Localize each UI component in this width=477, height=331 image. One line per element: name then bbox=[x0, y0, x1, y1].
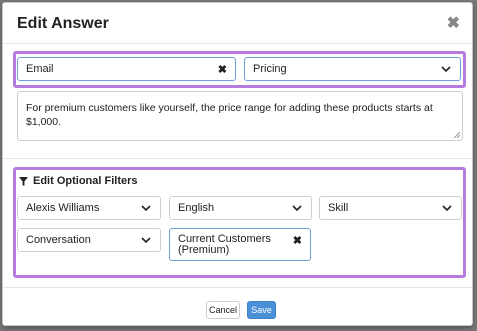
filters-heading: Edit Optional Filters bbox=[19, 175, 138, 187]
clear-segment-icon[interactable]: ✖ bbox=[293, 234, 302, 247]
answer-textarea[interactable]: For premium customers like yourself, the… bbox=[17, 91, 463, 141]
chevron-down-icon bbox=[441, 66, 451, 73]
channel-select[interactable]: Email ✖ bbox=[17, 57, 236, 81]
answer-text: For premium customers like yourself, the… bbox=[26, 102, 433, 128]
section-divider bbox=[3, 158, 472, 159]
clear-channel-icon[interactable]: ✖ bbox=[218, 63, 227, 76]
language-value: English bbox=[178, 202, 215, 214]
segment-select[interactable]: Current Customers (Premium) ✖ bbox=[169, 228, 311, 261]
filters-title: Edit Optional Filters bbox=[33, 175, 138, 187]
resize-handle-icon[interactable] bbox=[453, 131, 460, 138]
type-select[interactable]: Conversation bbox=[17, 228, 161, 252]
save-button[interactable]: Save bbox=[247, 301, 276, 319]
close-icon[interactable]: ✖ bbox=[447, 13, 460, 33]
channel-value: Email bbox=[26, 63, 54, 75]
chevron-down-icon bbox=[442, 205, 452, 212]
chevron-down-icon bbox=[141, 205, 151, 212]
modal-title: Edit Answer bbox=[17, 15, 109, 32]
chevron-down-icon bbox=[141, 237, 151, 244]
agent-select[interactable]: Alexis Williams bbox=[17, 196, 161, 220]
footer-divider bbox=[3, 287, 472, 288]
edit-answer-modal: Edit Answer ✖ Email ✖ Pricing For premiu… bbox=[2, 2, 473, 326]
cancel-button[interactable]: Cancel bbox=[206, 301, 240, 319]
filter-icon bbox=[19, 176, 28, 186]
skill-value: Skill bbox=[328, 202, 349, 214]
language-select[interactable]: English bbox=[169, 196, 312, 220]
header-divider bbox=[3, 43, 472, 44]
segment-value: Current Customers (Premium) bbox=[178, 234, 271, 256]
type-value: Conversation bbox=[26, 234, 91, 246]
topic-value: Pricing bbox=[253, 63, 287, 75]
topic-select[interactable]: Pricing bbox=[244, 57, 461, 81]
agent-value: Alexis Williams bbox=[26, 202, 100, 214]
skill-select[interactable]: Skill bbox=[319, 196, 462, 220]
chevron-down-icon bbox=[292, 205, 302, 212]
